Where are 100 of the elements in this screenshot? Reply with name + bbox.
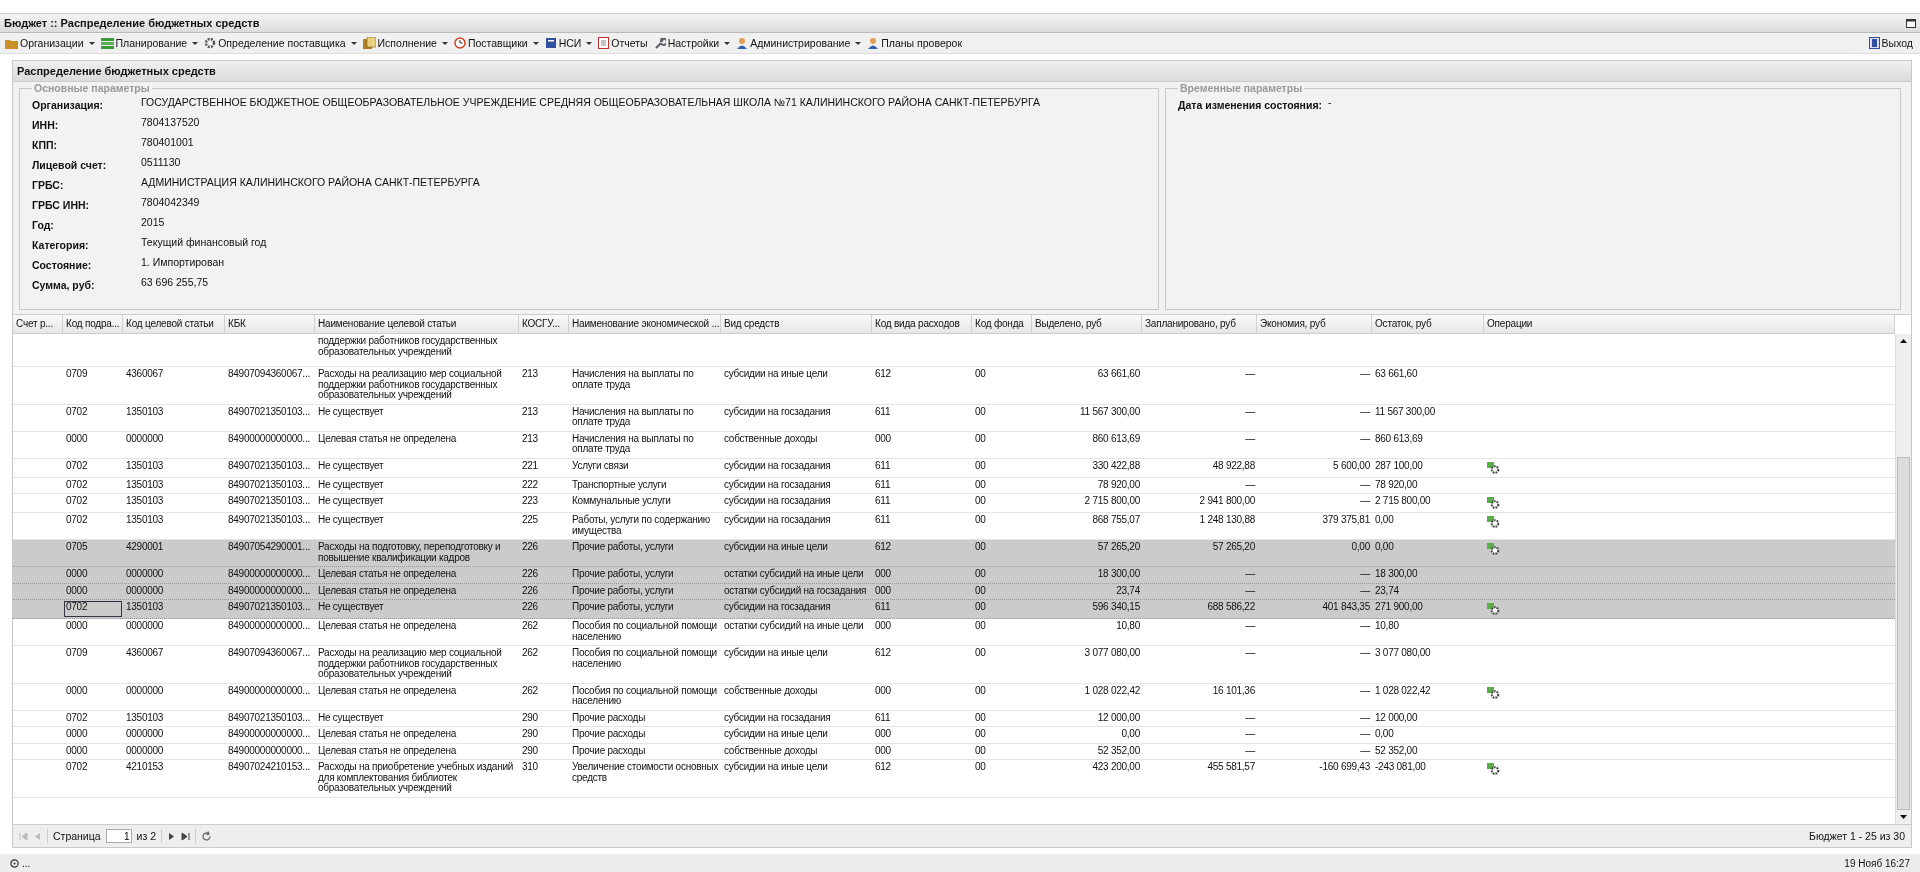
table-cell-text: 0702: [65, 710, 89, 725]
column-header[interactable]: Операции: [1484, 315, 1895, 333]
column-header[interactable]: Наименование целевой статьи: [315, 315, 519, 333]
column-header[interactable]: Код вида расходов: [872, 315, 972, 333]
table-cell-text: Целевая статья не определена: [317, 683, 458, 698]
column-header[interactable]: Код фонда: [972, 315, 1032, 333]
column-header[interactable]: КОСГУ...: [519, 315, 569, 333]
page-input[interactable]: 1: [105, 829, 132, 843]
table-row[interactable]: 0702 1350103 84907021350103... Не существует 221 Услуги связи субсидии на госзадания 611 00 330 422,88 48 922,88 5 600,00 287 100,00: [13, 458, 1895, 478]
table-cell-text: 860 613,69: [1374, 431, 1424, 446]
table-cell-text: 1 028 022,42: [1083, 683, 1141, 698]
menu-button[interactable]: Планы проверок: [865, 37, 966, 49]
settings-icon[interactable]: [1487, 603, 1500, 615]
table-cell-text: 84907054290001...: [227, 540, 311, 554]
table-cell-text: —: [1244, 567, 1257, 581]
table-cell-text: 84900000000000...: [227, 683, 311, 698]
menu-button[interactable]: Исполнение: [360, 37, 452, 49]
column-header[interactable]: Наименование экономической ...: [569, 315, 721, 333]
field-value: 0511130: [141, 156, 181, 168]
document-icon: [598, 37, 610, 49]
column-header[interactable]: Код подра...: [63, 315, 123, 333]
table-cell-text: —: [1359, 743, 1372, 758]
scrollbar[interactable]: [1895, 334, 1911, 824]
field-value: 7804137520: [141, 116, 200, 128]
table-cell-text: —: [1359, 710, 1372, 725]
table-cell-text: 1 248 130,88: [1198, 513, 1256, 527]
table-cell-text: 0000000: [125, 727, 165, 741]
table-cell-text: 000: [874, 683, 892, 698]
maximize-icon[interactable]: [1906, 18, 1916, 28]
panel-title: Распределение бюджетных средств: [17, 65, 216, 77]
table-row[interactable]: 0702 1350103 84907021350103... Не существует 222 Транспортные услуги субсидии на госзадания 611 00 78 920,00 — — 78 920,00: [13, 477, 1895, 494]
table-row[interactable]: 0702 1350103 84907021350103... Не существует 213 Начисления на выплаты по оплате труда субсидии на госзадания 611 00 11 567 300,00 — — 11 567 300,00: [13, 404, 1895, 432]
column-header[interactable]: КБК: [225, 315, 315, 333]
table-cell-text: Не существует: [317, 494, 385, 508]
table-row[interactable]: 0000 0000000 84900000000000... Целевая статья не определена 290 Прочие расходы собственные доходы 000 00 52 352,00 — — 52 352,00: [13, 743, 1895, 760]
table-cell-text: 00: [974, 600, 987, 614]
table-cell-text: Расходы на реализацию мер социальной поддержки работников государственных образовательных учреждений: [317, 646, 503, 681]
refresh-icon[interactable]: [201, 830, 213, 842]
caret-icon: [350, 41, 357, 45]
table-cell: 0702: [63, 600, 123, 618]
table-row[interactable]: [13, 646, 1895, 684]
menu-button[interactable]: Поставщики: [451, 37, 543, 49]
menu-button[interactable]: Планирование: [98, 37, 203, 49]
table-row[interactable]: 0702 1350103 84907021350103... Не существует 226 Прочие работы, услуги субсидии на госзадания 611 00 596 340,15 688 586,22 401 843,35 271 900,00: [13, 600, 1895, 619]
settings-icon[interactable]: [1487, 516, 1500, 528]
table-cell-text: 0709: [65, 367, 89, 381]
gear-icon: [204, 37, 217, 49]
table-row[interactable]: [13, 760, 1895, 798]
table-cell-text: 78 920,00: [1374, 477, 1419, 492]
table-row[interactable]: 0000 0000000 84900000000000... Целевая статья не определена 226 Прочие работы, услуги остатки субсидий на иные цели 000 00 18 300,00 — — 18 300,00: [13, 567, 1895, 584]
column-header[interactable]: Экономия, руб: [1257, 315, 1372, 333]
column-header[interactable]: Вид средств: [721, 315, 872, 333]
table-row[interactable]: 0000 0000000 84900000000000... Целевая статья не определена 262 Пособия по социальной помощи населению остатки субсидий на иные цели 000 00 10,80 — — 10,80: [13, 619, 1895, 646]
column-header[interactable]: Запланировано, руб: [1142, 315, 1257, 333]
menu-button[interactable]: Администрирование: [734, 37, 866, 49]
settings-icon[interactable]: [1487, 461, 1500, 474]
menu-button[interactable]: НСИ: [542, 37, 597, 49]
table-cell-text: 00: [974, 567, 987, 581]
info-icon: [10, 858, 19, 868]
settings-icon[interactable]: [1487, 686, 1500, 699]
table-cell-text: Расходы на приобретение учебных изданий для комплектования библиотек образовательных учреждений: [317, 760, 515, 795]
table-cell-text: 00: [974, 367, 987, 381]
settings-icon[interactable]: [1487, 763, 1500, 775]
table-cell-text: 63 661,60: [1374, 367, 1419, 381]
caret-icon: [88, 41, 95, 45]
table-row[interactable]: 0000 0000000 84900000000000... Целевая статья не определена 262 Пособия по социальной помощи населению собственные доходы 000 00 1 028 022,42 16 101,36 — 1 028 022,42: [13, 683, 1895, 711]
table-cell-text: Прочие расходы: [571, 743, 647, 758]
table-cell-text: 688 586,22: [1206, 600, 1256, 614]
table-cell-text: 84900000000000...: [227, 727, 311, 741]
table-cell-text: 611: [874, 494, 892, 508]
table-cell-text: субсидии на иные цели: [723, 540, 829, 554]
table-row[interactable]: 0702 1350103 84907021350103... Не существует 290 Прочие расходы субсидии на госзадания 611 00 12 000,00 — — 12 000,00: [13, 710, 1895, 727]
menu-button[interactable]: Настройки: [651, 37, 735, 49]
table-row[interactable]: 0705 4290001 84907054290001... Расходы на подготовку, переподготовку и повышение квалификации кадров 226 Прочие работы, услуги субсидии на иные цели 612 00 57 265,20 57 265,20 0,00 0,00: [13, 540, 1895, 567]
settings-icon[interactable]: [1487, 543, 1500, 555]
table-row[interactable]: 0000 0000000 84900000000000... Целевая статья не определена 290 Прочие расходы субсидии на иные цели 000 00 0,00 — — 0,00: [13, 727, 1895, 744]
clock-icon: [453, 37, 466, 49]
table-cell-text: 271 900,00: [1374, 600, 1424, 614]
table-row[interactable]: поддержки работников государственных образовательных учреждений: [13, 334, 1895, 367]
column-header[interactable]: Код целевой статьи: [123, 315, 225, 333]
next-page-icon[interactable]: [167, 831, 177, 841]
menu-button[interactable]: Отчеты: [596, 37, 652, 49]
menu-button[interactable]: Определение поставщика: [202, 37, 361, 49]
column-header[interactable]: Выделено, руб: [1032, 315, 1142, 333]
table-row[interactable]: [13, 367, 1895, 405]
door-icon: [1868, 37, 1880, 49]
table-cell-text: 226: [521, 540, 539, 554]
settings-icon[interactable]: [1487, 497, 1500, 509]
table-cell-text: 00: [974, 494, 987, 508]
column-header[interactable]: Остаток, руб: [1372, 315, 1484, 333]
last-page-icon[interactable]: [181, 831, 191, 841]
table-cell-text: 0702: [65, 404, 89, 419]
table-cell-text: 18 300,00: [1096, 567, 1141, 581]
table-row[interactable]: 0702 1350103 84907021350103... Не существует 223 Коммунальные услуги субсидии на госзадания 611 00 2 715 800,00 2 941 800,00 — 2 715 800,00: [13, 494, 1895, 513]
table-row[interactable]: 0000 0000000 84900000000000... Целевая статья не определена 213 Начисления на выплаты по оплате труда собственные доходы 000 00 860 613,69 — — 860 613,69: [13, 431, 1895, 459]
table-cell-text: 10,80: [1115, 619, 1141, 633]
menu-button[interactable]: Организации: [3, 37, 99, 49]
column-header[interactable]: Счет р...: [13, 315, 63, 333]
exit-button[interactable]: Выход: [1866, 37, 1917, 49]
table-cell-text: 0000: [65, 431, 89, 446]
